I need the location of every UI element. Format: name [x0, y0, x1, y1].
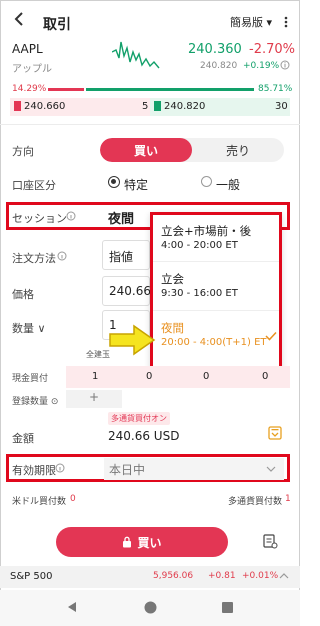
order-method-select[interactable]: 指値 — [102, 240, 150, 270]
ticker-value: 5,956.06 — [153, 571, 194, 581]
stock-name: アップル — [12, 64, 52, 75]
info-icon[interactable] — [280, 60, 290, 70]
account-label: 口座区分 — [12, 179, 56, 192]
cash-buy-row — [66, 366, 290, 388]
info-icon[interactable] — [57, 251, 67, 261]
mode-selector[interactable]: 簡易版 ▾ — [230, 14, 272, 30]
radio-general[interactable] — [201, 176, 212, 187]
header-actions: 簡易版 ▾ — [230, 14, 292, 30]
qty-label[interactable]: 数量 ∨ — [12, 320, 46, 336]
amount-label: 金額 — [12, 432, 34, 445]
ask-ratio: 85.71% — [258, 84, 293, 94]
buy-submit-button[interactable]: 買い — [56, 527, 228, 557]
order-method-label: 注文方法 — [12, 252, 56, 265]
info-icon[interactable] — [66, 211, 76, 221]
ask-marker — [154, 101, 161, 111]
sell-tab[interactable]: 売り — [192, 138, 284, 162]
divider — [0, 124, 300, 125]
session-option-time: 4:00 - 20:00 ET — [161, 240, 238, 251]
multi-buy-label: 多通貨買付数 — [228, 497, 283, 507]
session-option-title[interactable]: 立会+市場前・後 — [161, 223, 251, 239]
cash-buy-value: 1 — [92, 371, 99, 382]
stock-price: 240.360 — [188, 42, 242, 57]
ask-price: 240.820 — [164, 101, 206, 112]
usd-buy-label: 米ドル買付数 — [12, 497, 67, 507]
bid-qty: 5 — [142, 101, 149, 112]
nav-back-icon[interactable] — [66, 601, 78, 613]
expiry-label: 有効期限 — [12, 464, 56, 477]
bid-ratio: 14.29% — [12, 84, 47, 94]
nav-recents-icon[interactable] — [222, 602, 233, 613]
page-title: 取引 — [43, 17, 71, 33]
direction-toggle: 買い 売り — [100, 138, 284, 162]
session-option-time: 9:30 - 16:00 ET — [161, 288, 238, 299]
all-position-label: 全建玉 — [86, 350, 110, 359]
back-arrow-icon[interactable] — [11, 11, 27, 27]
direction-label: 方向 — [12, 145, 34, 158]
multi-currency-badge: 多通貨買付オン — [108, 412, 170, 425]
account-general-label: 一般 — [216, 178, 241, 192]
usd-buy-value: 0 — [70, 494, 76, 504]
ticker-pct: +0.01% — [242, 571, 279, 581]
nav-home-icon[interactable] — [144, 601, 157, 614]
ticker-change: +0.81 — [208, 571, 236, 581]
stock-change-pct: -2.70% — [249, 42, 295, 57]
amount-value: 240.66 USD — [108, 429, 180, 443]
checkmark-icon — [265, 331, 277, 341]
order-list-icon[interactable] — [262, 533, 278, 549]
price-input[interactable]: 240.66 — [102, 276, 151, 306]
sub-change: +0.19% — [243, 61, 280, 71]
session-dropdown: 立会+市場前・後 4:00 - 20:00 ET 立会 9:30 - 16:00… — [150, 212, 282, 370]
pointer-arrow-icon — [109, 324, 156, 356]
buy-tab[interactable]: 買い — [100, 138, 192, 162]
session-value[interactable]: 夜間 — [108, 208, 134, 227]
more-icon[interactable] — [280, 16, 292, 28]
reg-qty-label: 登録数量 ⊙ — [12, 397, 59, 407]
ticker-name: S&P 500 — [10, 571, 53, 582]
bid-price: 240.660 — [24, 101, 66, 112]
bid-marker — [14, 101, 21, 111]
ask-qty: 30 — [275, 101, 288, 112]
session-option-title-selected[interactable]: 夜間 — [161, 320, 184, 336]
add-reg-qty-button[interactable]: + — [66, 390, 122, 408]
system-nav-bar — [0, 590, 300, 626]
cash-buy-value: 0 — [146, 371, 153, 382]
info-icon[interactable] — [55, 463, 65, 473]
calculator-icon[interactable] — [268, 426, 282, 440]
ratio-bar-ask — [86, 88, 254, 91]
radio-specific[interactable] — [108, 176, 120, 188]
account-specific-label: 特定 — [124, 178, 149, 192]
sub-price: 240.820 — [200, 61, 238, 71]
multi-buy-value: 1 — [285, 494, 291, 504]
cash-buy-label: 現金買付 — [12, 374, 49, 384]
lock-icon — [123, 536, 132, 548]
expiry-select[interactable]: 本日中 — [104, 458, 284, 480]
price-label: 価格 — [12, 288, 34, 301]
cash-buy-value: 0 — [262, 371, 269, 382]
session-option-title[interactable]: 立会 — [161, 271, 184, 287]
session-label: セッション — [12, 212, 67, 225]
chevron-up-icon[interactable] — [279, 572, 289, 580]
cash-buy-value: 0 — [203, 371, 210, 382]
session-option-time-selected: 20:00 - 4:00(T+1) ET — [161, 337, 267, 348]
sparkline-chart — [112, 41, 160, 69]
stock-symbol: AAPL — [12, 42, 43, 56]
chevron-down-icon — [266, 466, 276, 472]
ratio-bar-bid — [48, 88, 84, 91]
